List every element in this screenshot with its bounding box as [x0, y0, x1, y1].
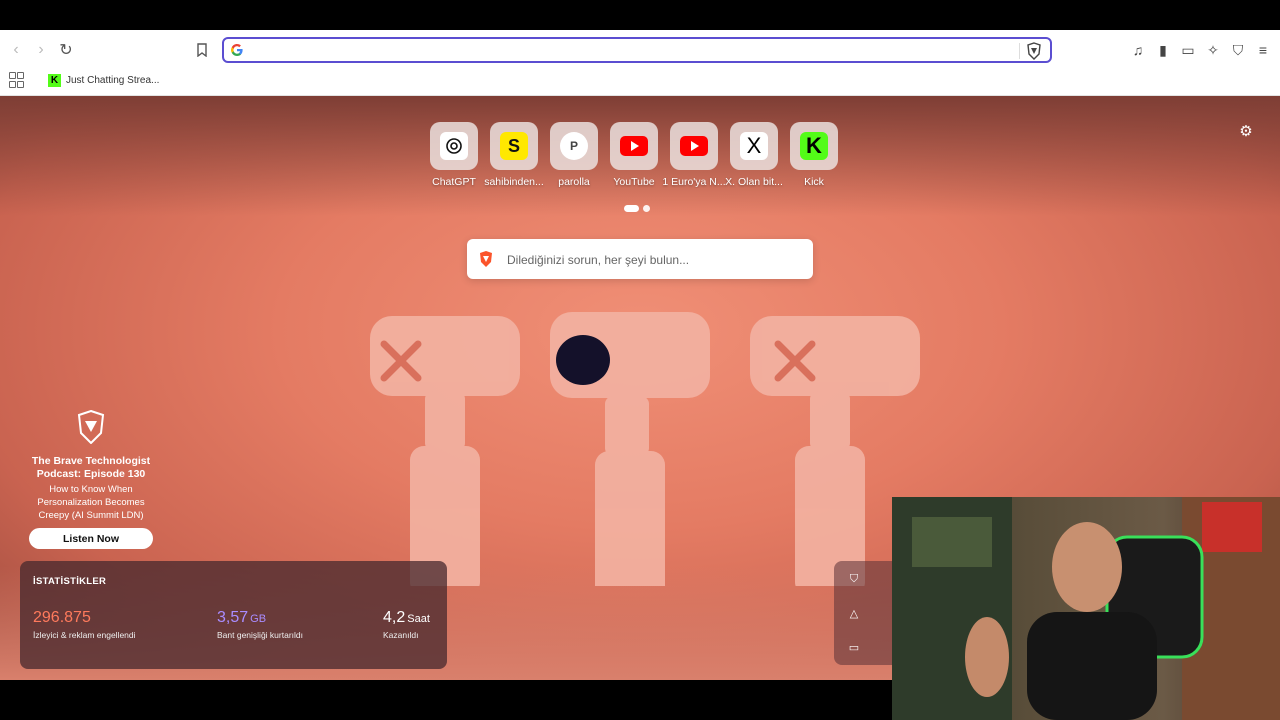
- stat-time-unit: Saat: [407, 613, 430, 625]
- stat-trackers-label: İzleyici & reklam engellendi: [33, 630, 136, 640]
- bookmark-icon[interactable]: [190, 38, 214, 62]
- stat-time-value: 4,2: [383, 609, 406, 626]
- bookmarks-bar: [0, 70, 1280, 96]
- shield-icon[interactable]: ⛉: [847, 572, 861, 586]
- pager-dot-active[interactable]: [624, 205, 639, 212]
- wallet-icon[interactable]: ▭: [1179, 38, 1197, 62]
- forward-icon[interactable]: ›: [29, 38, 53, 62]
- stats-header: İSTATİSTİKLER: [33, 576, 107, 587]
- sponsor-title: The Brave Technologist Podcast: Episode …: [31, 455, 151, 480]
- sponsor-description: How to Know When Personalization Becomes…: [37, 484, 145, 521]
- stat-bandwidth-value: 3,57: [217, 609, 249, 626]
- address-bar[interactable]: [222, 37, 1052, 63]
- ntp-search-box[interactable]: [467, 239, 813, 279]
- stat-time: 4,2 Saat Kazanıldı: [383, 609, 430, 640]
- media-music-icon[interactable]: ♫: [1129, 38, 1147, 62]
- x-icon: X: [740, 132, 768, 160]
- address-input[interactable]: [250, 41, 1014, 61]
- google-icon: [231, 44, 243, 56]
- top-site-x[interactable]: X X. Olan bit...: [725, 122, 783, 188]
- webcam-scene: [892, 497, 1280, 720]
- stat-trackers: 296.875 İzleyici & reklam engellendi: [33, 609, 136, 640]
- youtube-icon: [620, 132, 648, 160]
- listen-now-button[interactable]: Listen Now: [29, 528, 153, 549]
- browser-toolbar: ‹ › ↻ ♫ ▮ ▭ ✧ ⛉ ≡: [0, 30, 1280, 70]
- top-site-youtube[interactable]: YouTube: [610, 122, 658, 188]
- top-sites: ChatGPT S sahibinden... P parolla YouTub…: [430, 122, 838, 188]
- bookmark-label: Just Chatting Strea...: [66, 74, 160, 86]
- apps-grid-icon[interactable]: [9, 72, 25, 88]
- kick-icon: K: [800, 132, 828, 160]
- gear-icon[interactable]: ⚙: [1238, 123, 1254, 140]
- sponsored-card: The Brave Technologist Podcast: Episode …: [24, 409, 158, 549]
- stat-trackers-value: 296.875: [33, 609, 91, 626]
- stat-bandwidth: 3,57 GB Bant genişliği kurtarıldı: [217, 609, 303, 640]
- youtube-icon: [680, 132, 708, 160]
- kick-favicon-icon: K: [48, 73, 61, 87]
- sidebar-icon[interactable]: ▮: [1154, 38, 1172, 62]
- back-icon[interactable]: ‹: [4, 38, 28, 62]
- chatgpt-icon: [440, 132, 468, 160]
- top-site-sahibinden[interactable]: S sahibinden...: [484, 122, 544, 188]
- top-site-kick[interactable]: K Kick: [790, 122, 838, 188]
- stats-widget: İSTATİSTİKLER 296.875 İzleyici & reklam …: [20, 561, 447, 669]
- reload-icon[interactable]: ↻: [54, 38, 78, 62]
- top-site-parolla[interactable]: P parolla: [550, 122, 598, 188]
- bookmark-just-chatting[interactable]: K Just Chatting Strea...: [48, 72, 159, 88]
- top-sites-pager: [624, 205, 650, 212]
- top-site-label: Kick: [804, 176, 824, 188]
- screen-bottom-bar: [0, 680, 892, 720]
- sahibinden-icon: S: [500, 132, 528, 160]
- pager-dot[interactable]: [643, 205, 650, 212]
- top-site-chatgpt[interactable]: ChatGPT: [430, 122, 478, 188]
- webcam-overlay: [892, 497, 1280, 720]
- screen-top-bar: [0, 0, 1280, 30]
- stat-time-label: Kazanıldı: [383, 630, 419, 640]
- parolla-icon: P: [560, 132, 588, 160]
- background-illustration: [370, 312, 920, 586]
- url-separator: [1019, 43, 1020, 59]
- stat-bandwidth-label: Bant genişliği kurtarıldı: [217, 630, 303, 640]
- brave-shields-icon[interactable]: [1026, 42, 1042, 60]
- brave-lion-icon: [480, 251, 492, 267]
- widget-switcher: ⛉ △ ▭: [834, 561, 892, 665]
- brave-lion-icon: [77, 409, 105, 445]
- leo-ai-icon[interactable]: ✧: [1204, 38, 1222, 62]
- search-input[interactable]: [505, 251, 799, 269]
- card-icon[interactable]: ▭: [847, 640, 861, 654]
- menu-icon[interactable]: ≡: [1254, 38, 1272, 62]
- top-site-youtube-video[interactable]: 1 Euro'ya N...: [662, 122, 726, 188]
- vpn-icon[interactable]: ⛉: [1229, 38, 1247, 62]
- stat-bandwidth-unit: GB: [250, 613, 267, 625]
- warning-icon[interactable]: △: [847, 606, 861, 620]
